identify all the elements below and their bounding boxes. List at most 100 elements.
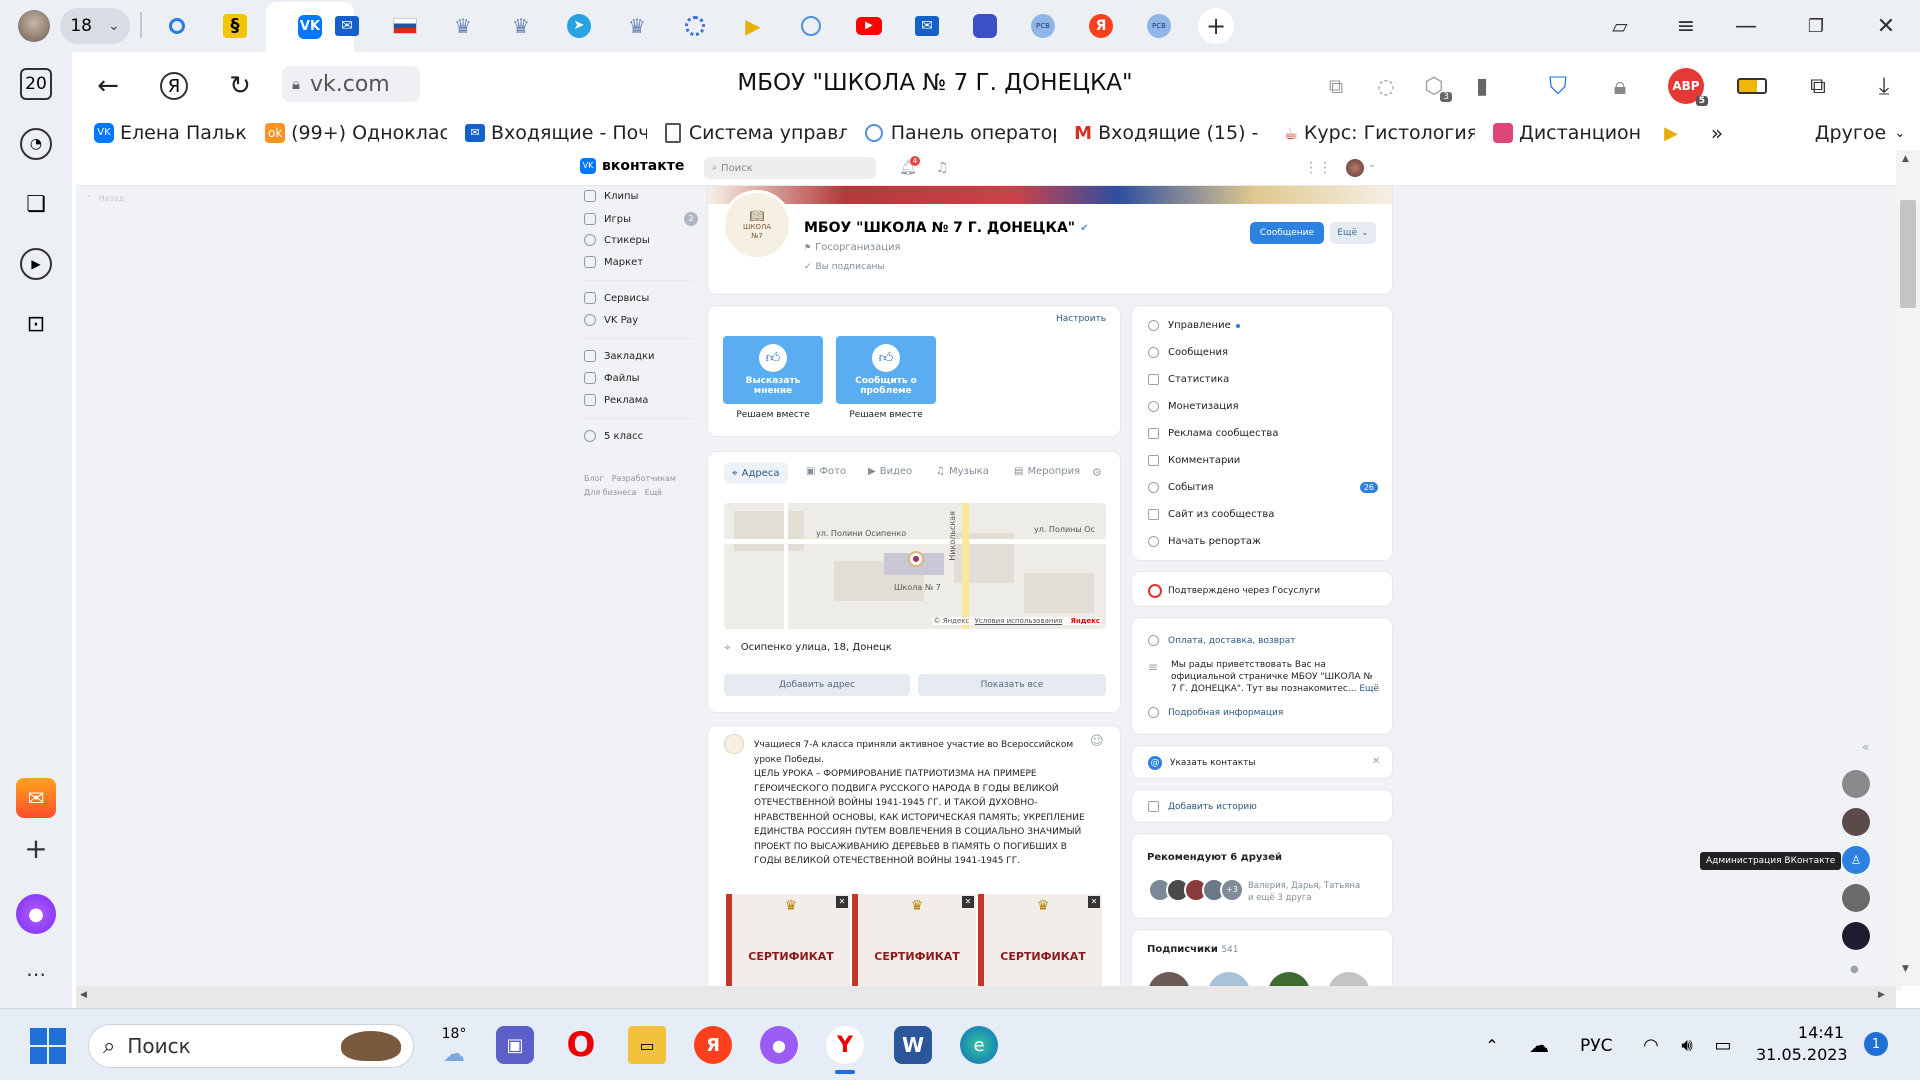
bookmark-item[interactable]: ✉Входящие - Почта bbox=[465, 122, 647, 144]
apps-grid-icon[interactable]: ⋮⋮ bbox=[1304, 158, 1332, 178]
bookmark-icon[interactable]: ▮ bbox=[1466, 70, 1498, 102]
bookmark-item[interactable]: Система управлен bbox=[664, 122, 847, 144]
certificate-image[interactable]: ♛ СЕРТИФИКАТ ✕ bbox=[726, 894, 850, 994]
tab-gov-1[interactable]: ♛ bbox=[441, 6, 485, 46]
manage-item-stream[interactable]: Начать репортаж bbox=[1148, 536, 1261, 547]
collapse-chats-icon[interactable]: « bbox=[1862, 740, 1869, 754]
taskbar-alice-icon[interactable]: ● bbox=[760, 1026, 798, 1064]
tab-gov-3[interactable]: ♛ bbox=[615, 6, 659, 46]
add-app-icon[interactable]: + bbox=[20, 832, 52, 865]
info-more-link[interactable]: Ещё bbox=[1359, 684, 1379, 694]
taskbar-yandex-icon[interactable]: Я bbox=[694, 1026, 732, 1064]
close-icon[interactable]: ✕ bbox=[1372, 756, 1380, 767]
music-icon[interactable]: ♫ bbox=[932, 158, 952, 178]
tab-mail[interactable]: ✉ bbox=[325, 6, 369, 46]
widgets-settings-link[interactable]: Настроить bbox=[1056, 314, 1106, 324]
nav-item-games[interactable]: Игры 2 bbox=[584, 212, 698, 226]
tab-rsv-1[interactable]: РСВ bbox=[1021, 6, 1065, 46]
add-contacts-link[interactable]: @ Указать контакты bbox=[1148, 756, 1256, 770]
tab-pinned-1[interactable] bbox=[155, 6, 199, 46]
taskbar-explorer-icon[interactable]: ▭ bbox=[628, 1026, 666, 1064]
wifi-icon[interactable]: ◠ bbox=[1638, 1030, 1664, 1060]
scroll-down-icon[interactable]: ▼ bbox=[1902, 964, 1909, 974]
tab-pinned-2[interactable]: § bbox=[213, 6, 257, 46]
media-tab-addresses[interactable]: ⌖ Адреса bbox=[724, 462, 788, 484]
tab-loading[interactable] bbox=[673, 6, 717, 46]
tab-mail-2[interactable]: ✉ bbox=[905, 6, 949, 46]
back-icon[interactable]: ← bbox=[90, 68, 126, 104]
extensions-icon[interactable]: ⬡ 3 bbox=[1418, 70, 1452, 102]
tab-globe[interactable] bbox=[789, 6, 833, 46]
chat-avatar[interactable] bbox=[1842, 808, 1870, 836]
chat-avatar[interactable] bbox=[1842, 884, 1870, 912]
media-tab-videos[interactable]: ▶ Видео bbox=[868, 466, 912, 477]
collections-icon[interactable]: ❏ bbox=[20, 188, 52, 220]
tab-flag[interactable] bbox=[383, 6, 427, 46]
chat-avatar-admin[interactable]: ♙ bbox=[1842, 846, 1870, 874]
nav-item-clips[interactable]: Клипы bbox=[584, 190, 638, 202]
map-terms-link[interactable]: Условия использования bbox=[975, 617, 1063, 625]
new-tab-button[interactable]: + bbox=[1198, 8, 1234, 44]
close-icon[interactable]: ✕ bbox=[1088, 896, 1100, 908]
bookmark-item[interactable]: ☕︎ Курс: Гистология, bbox=[1284, 122, 1475, 144]
taskbar-opera-icon[interactable]: O bbox=[562, 1025, 600, 1065]
manage-item-control[interactable]: Управление bbox=[1148, 320, 1240, 331]
tab-counter-button[interactable]: 18 ⌄ bbox=[60, 8, 130, 44]
chat-avatar[interactable] bbox=[1842, 922, 1870, 950]
back-hint[interactable]: ⌃ Назад bbox=[86, 194, 124, 203]
mail-app-icon[interactable]: ✉ bbox=[16, 778, 56, 818]
nav-item-ads[interactable]: Реклама bbox=[584, 394, 648, 406]
chat-bubble-icon[interactable]: ● bbox=[1850, 964, 1859, 975]
widget-opinion-button[interactable]: 👍︎ Высказать мнение bbox=[723, 336, 823, 404]
language-indicator[interactable]: РУС bbox=[1580, 1036, 1612, 1056]
media-settings-icon[interactable]: ⚙ bbox=[1092, 466, 1102, 479]
download-icon[interactable]: ⤓ bbox=[1866, 68, 1902, 104]
vk-logo[interactable]: VK вконтакте bbox=[580, 158, 684, 174]
widget-problem-button[interactable]: 👍︎ Сообщить о проблеме bbox=[836, 336, 936, 404]
close-window-button[interactable]: ✕ bbox=[1870, 10, 1902, 42]
details-link[interactable]: Подробная информация bbox=[1148, 707, 1283, 718]
more-bookmarks-button[interactable]: » bbox=[1711, 121, 1759, 145]
windows-start-icon[interactable] bbox=[30, 1028, 66, 1064]
footer-link-blog[interactable]: Блог bbox=[584, 474, 604, 483]
minimize-button[interactable]: — bbox=[1730, 10, 1762, 42]
add-story-link[interactable]: Добавить историю bbox=[1148, 801, 1257, 812]
tab-telegram[interactable]: ➤ bbox=[557, 6, 601, 46]
manage-item-events[interactable]: События 26 bbox=[1148, 482, 1378, 493]
vpn-shield-icon[interactable]: ⛉ bbox=[1540, 68, 1576, 104]
tab-dots[interactable] bbox=[963, 6, 1007, 46]
tab-youtube[interactable]: ▶ bbox=[847, 6, 891, 46]
post-image[interactable]: ♛ СЕРТИФИКАТ ✕ ♛ СЕРТИФИКАТ ✕ ♛ СЕРТИФИК… bbox=[726, 894, 1102, 994]
manage-item-site[interactable]: Сайт из сообщества bbox=[1148, 509, 1274, 520]
footer-link-business[interactable]: Для бизнеса bbox=[584, 488, 637, 497]
subscribed-status[interactable]: ✓ Вы подписаны bbox=[804, 262, 885, 272]
notification-badge[interactable]: 1 bbox=[1864, 1032, 1888, 1056]
nav-item-market[interactable]: Маркет bbox=[584, 256, 643, 268]
user-avatar[interactable] bbox=[1346, 159, 1364, 177]
notifications-bell-icon[interactable]: 🔔︎ 4 bbox=[898, 156, 920, 178]
taskbar-yandex-browser-icon[interactable]: Y bbox=[826, 1026, 864, 1064]
subscribers-header[interactable]: Подписчики 541 bbox=[1147, 944, 1239, 955]
payment-link[interactable]: Оплата, доставка, возврат bbox=[1148, 635, 1296, 646]
close-icon[interactable]: ✕ bbox=[962, 896, 974, 908]
vk-search-input[interactable]: ⌕ Поиск bbox=[704, 157, 876, 179]
nav-item-files[interactable]: Файлы bbox=[584, 372, 640, 384]
onedrive-icon[interactable]: ☁ bbox=[1524, 1030, 1554, 1060]
battery-icon[interactable] bbox=[1734, 68, 1770, 104]
bookmark-item[interactable]: Панель оператора bbox=[864, 122, 1056, 144]
more-button[interactable]: Ещё ⌄ bbox=[1330, 222, 1376, 244]
adblock-icon[interactable]: ABP 5 bbox=[1668, 68, 1708, 106]
footer-link-more[interactable]: Ещё bbox=[645, 488, 663, 497]
friend-avatars[interactable]: +3 bbox=[1148, 878, 1244, 902]
media-tab-music[interactable]: ♫ Музыка bbox=[936, 466, 989, 477]
yandex-home-icon[interactable]: Я bbox=[160, 72, 188, 100]
weather-widget[interactable]: 18° ☁ bbox=[432, 1022, 476, 1070]
history-icon[interactable]: ◔ bbox=[20, 128, 52, 160]
taskbar-search-box[interactable]: ⌕ Поиск bbox=[88, 1024, 414, 1068]
clock[interactable]: 14:41 31.05.2023 bbox=[1756, 1022, 1848, 1066]
tab-yandex[interactable]: Я bbox=[1079, 6, 1123, 46]
gosuslugi-verified[interactable]: Подтверждено через Госуслуги bbox=[1148, 584, 1320, 598]
sidebar-tabs-button[interactable]: 20 bbox=[20, 68, 52, 100]
tab-video[interactable]: ▶ bbox=[731, 6, 775, 46]
manage-item-stats[interactable]: Статистика bbox=[1148, 374, 1229, 385]
